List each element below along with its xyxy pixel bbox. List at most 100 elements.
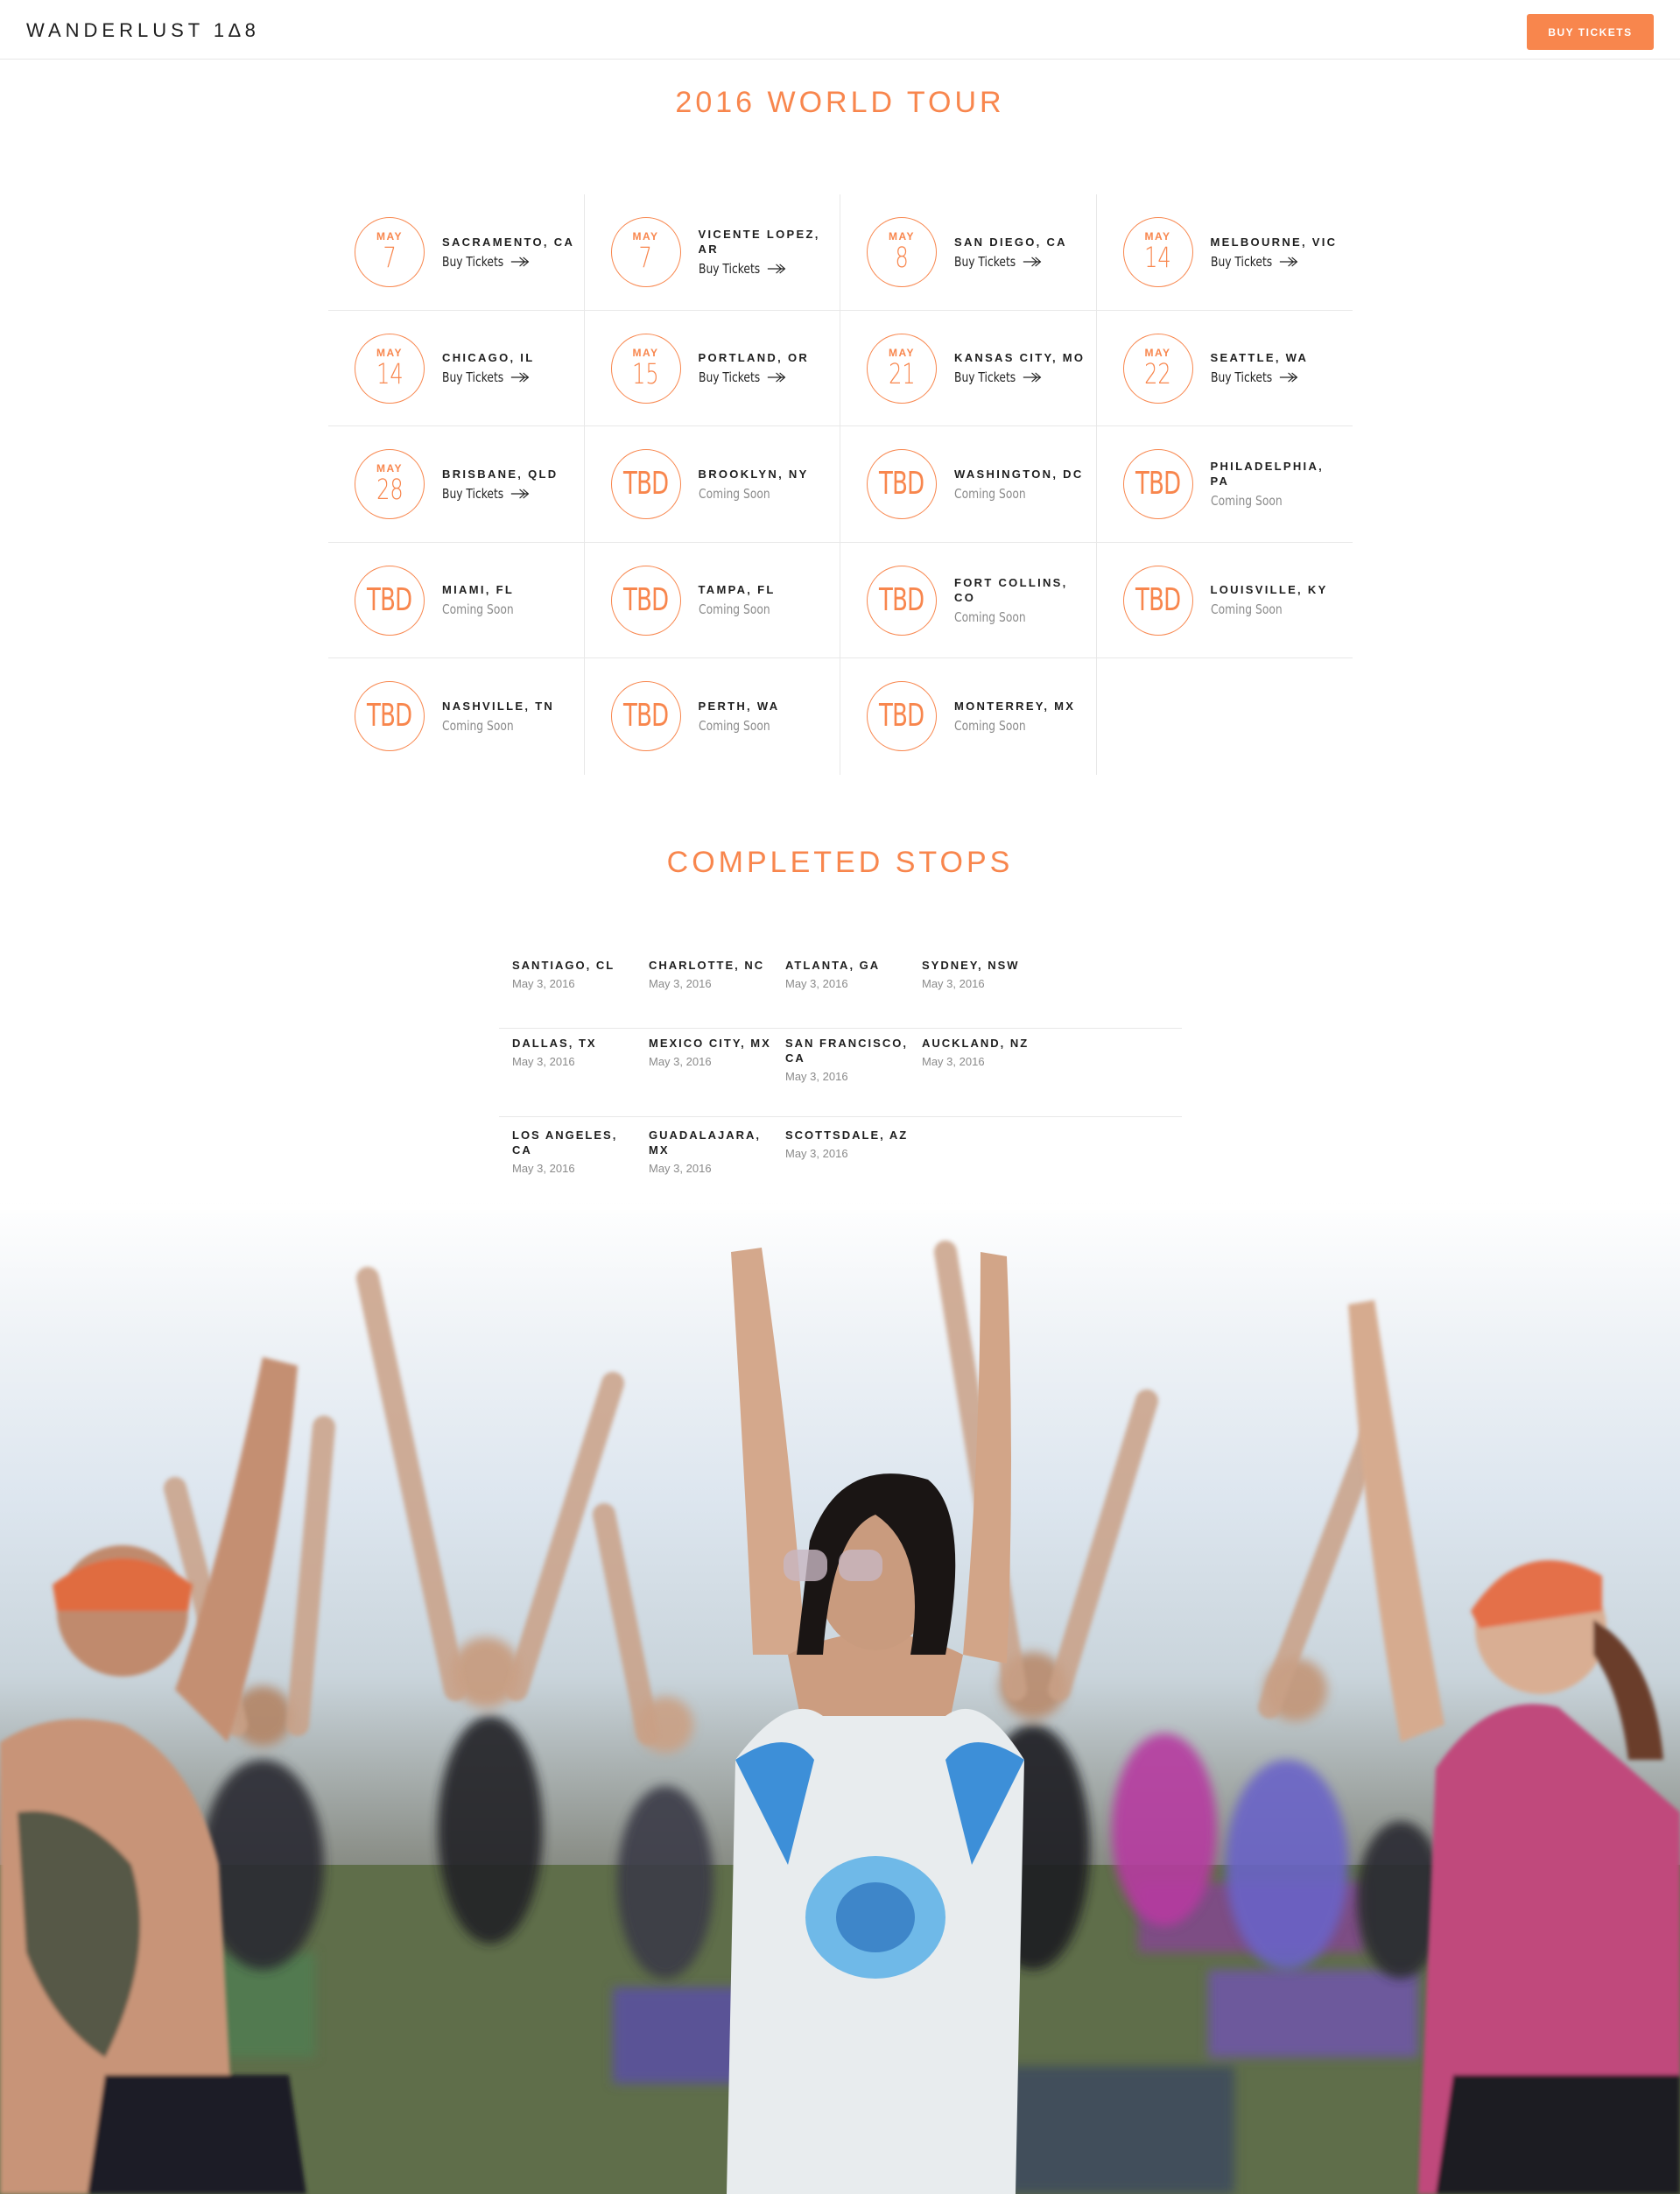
stop-info: MIAMI, FL Coming Soon (442, 543, 575, 658)
completed-date: May 3, 2016 (512, 977, 575, 990)
completed-date: May 3, 2016 (785, 1070, 848, 1083)
status-text: Buy Tickets (1210, 253, 1272, 270)
coming-soon-label: Coming Soon (699, 486, 807, 502)
stop-city: FORT COLLINS, CO (954, 575, 1068, 604)
completed-date: May 3, 2016 (512, 1055, 575, 1068)
stop-info: PORTLAND, OR Buy Tickets (699, 311, 832, 426)
completed-stop: DALLAS, TX May 3, 2016 (512, 1036, 649, 1116)
completed-stop: SAN FRANCISCO, CA May 3, 2016 (785, 1036, 922, 1116)
completed-date: May 3, 2016 (785, 1147, 848, 1160)
tour-stop[interactable]: TBD BROOKLYN, NY Coming Soon (584, 426, 840, 543)
buy-tickets-link[interactable]: Buy Tickets (442, 254, 551, 270)
buy-tickets-link[interactable]: Buy Tickets (699, 369, 807, 385)
stop-info: WASHINGTON, DC Coming Soon (954, 426, 1087, 542)
tour-stop[interactable]: MAY 28 BRISBANE, QLD Buy Tickets (328, 426, 585, 543)
stop-info: LOUISVILLE, KY Coming Soon (1211, 543, 1345, 658)
arrow-right-icon (1278, 257, 1297, 267)
completed-stop: GUADALAJARA, MX May 3, 2016 (649, 1128, 785, 1191)
wanderlust-logo[interactable]: WANDERLUST 1∆8 (26, 19, 260, 42)
date-badge: MAY 21 (867, 333, 937, 404)
date-badge: MAY 14 (1122, 217, 1193, 287)
completed-city: LOS ANGELES, CA (512, 1129, 618, 1157)
date-badge-tbd: TBD (355, 681, 425, 751)
stop-city: MONTERREY, MX (954, 700, 1076, 714)
completed-city: SANTIAGO, CL (512, 959, 615, 972)
stop-info: NASHVILLE, TN Coming Soon (442, 658, 575, 775)
tour-stop[interactable]: TBD PERTH, WA Coming Soon (585, 658, 840, 775)
completed-stop: LOS ANGELES, CA May 3, 2016 (512, 1128, 649, 1191)
tour-stop[interactable]: MAY 14 CHICAGO, IL Buy Tickets (328, 310, 585, 426)
completed-stop: SCOTTSDALE, AZ May 3, 2016 (785, 1128, 922, 1191)
tour-stop[interactable]: TBD PHILADELPHIA, PA Coming Soon (1096, 426, 1353, 543)
date-badge: MAY 7 (610, 217, 681, 287)
date-badge: MAY 7 (355, 217, 425, 287)
tour-stop[interactable]: TBD WASHINGTON, DC Coming Soon (840, 426, 1097, 543)
status-text: Buy Tickets (698, 261, 760, 278)
coming-soon-label: Coming Soon (699, 601, 807, 617)
stop-city: SEATTLE, WA (1210, 351, 1309, 365)
buy-tickets-link[interactable]: Buy Tickets (954, 254, 1063, 270)
buy-tickets-link[interactable]: Buy Tickets (1211, 369, 1320, 385)
date-day: 14 (1144, 241, 1171, 274)
coming-soon-label: Coming Soon (699, 718, 807, 734)
coming-soon-label: Coming Soon (954, 486, 1063, 502)
tour-stop[interactable]: MAY 7 SACRAMENTO, CA Buy Tickets (328, 194, 585, 311)
stop-city: TAMPA, FL (698, 583, 776, 597)
stop-info: MONTERREY, MX Coming Soon (954, 658, 1087, 775)
buy-tickets-link[interactable]: Buy Tickets (442, 369, 551, 385)
completed-date: May 3, 2016 (649, 1162, 712, 1175)
tour-stop[interactable]: MAY 8 SAN DIEGO, CA Buy Tickets (840, 194, 1097, 311)
arrow-right-icon (510, 489, 530, 499)
completed-date: May 3, 2016 (512, 1162, 575, 1175)
stop-city: BRISBANE, QLD (442, 467, 559, 481)
tour-stop[interactable]: MAY 22 SEATTLE, WA Buy Tickets (1096, 311, 1353, 426)
status-text: Buy Tickets (698, 369, 760, 386)
tour-stop[interactable]: MAY 15 PORTLAND, OR Buy Tickets (584, 310, 840, 426)
buy-tickets-link[interactable]: Buy Tickets (442, 486, 551, 502)
date-badge-tbd: TBD (1122, 449, 1193, 519)
completed-stops-grid: SANTIAGO, CL May 3, 2016 CHARLOTTE, NC May … (499, 947, 1182, 1191)
date-badge: MAY 22 (1122, 333, 1193, 404)
stop-city: KANSAS CITY, MO (954, 351, 1086, 365)
tour-stop[interactable]: TBD MIAMI, FL Coming Soon (328, 542, 585, 658)
date-tbd: TBD (367, 581, 412, 618)
completed-city: ATLANTA, GA (785, 959, 881, 972)
status-text: Buy Tickets (1210, 369, 1272, 386)
tour-stop[interactable]: TBD NASHVILLE, TN Coming Soon (328, 658, 585, 775)
tour-stop[interactable]: MAY 21 KANSAS CITY, MO Buy Tickets (840, 310, 1097, 426)
coming-soon-label: Coming Soon (1211, 493, 1320, 509)
tour-stop[interactable]: TBD LOUISVILLE, KY Coming Soon (1096, 543, 1353, 658)
buy-tickets-link[interactable]: Buy Tickets (954, 369, 1063, 385)
date-badge-tbd: TBD (355, 565, 425, 636)
status-text: Coming Soon (1210, 493, 1283, 510)
tour-stop[interactable]: MAY 7 VICENTE LOPEZ, AR Buy Tickets (584, 194, 840, 311)
completed-city: MEXICO CITY, MX (649, 1037, 771, 1050)
stop-city: MELBOURNE, VIC (1210, 235, 1338, 249)
stop-city: SAN DIEGO, CA (954, 235, 1067, 249)
date-tbd: TBD (879, 698, 924, 734)
status-text: Coming Soon (954, 485, 1026, 502)
stop-city: CHICAGO, IL (442, 351, 535, 365)
buy-tickets-button[interactable]: BUY TICKETS (1527, 14, 1654, 50)
tour-stop[interactable]: TBD FORT COLLINS, CO Coming Soon (840, 542, 1097, 658)
tour-stop[interactable]: TBD TAMPA, FL Coming Soon (584, 542, 840, 658)
stop-city: MIAMI, FL (442, 583, 515, 597)
arrow-right-icon (1023, 372, 1042, 383)
arrow-right-icon (1023, 257, 1042, 267)
completed-stop: SANTIAGO, CL May 3, 2016 (512, 958, 649, 1028)
yoga-crowd-illustration (0, 1199, 1680, 2194)
status-text: Buy Tickets (442, 253, 504, 270)
status-text: Coming Soon (698, 485, 770, 502)
buy-tickets-link[interactable]: Buy Tickets (699, 261, 807, 277)
stop-info: KANSAS CITY, MO Buy Tickets (954, 311, 1087, 426)
date-tbd: TBD (622, 581, 669, 618)
tour-stop[interactable]: TBD MONTERREY, MX Coming Soon (840, 658, 1097, 775)
buy-tickets-link[interactable]: Buy Tickets (1211, 254, 1320, 270)
date-tbd: TBD (1135, 581, 1181, 618)
date-badge: MAY 15 (610, 333, 681, 404)
completed-city: AUCKLAND, NZ (922, 1037, 1030, 1050)
date-day: 28 (376, 473, 404, 506)
stop-info: PERTH, WA Coming Soon (699, 658, 832, 775)
stop-info: BROOKLYN, NY Coming Soon (699, 426, 832, 542)
tour-stop[interactable]: MAY 14 MELBOURNE, VIC Buy Tickets (1096, 194, 1353, 311)
